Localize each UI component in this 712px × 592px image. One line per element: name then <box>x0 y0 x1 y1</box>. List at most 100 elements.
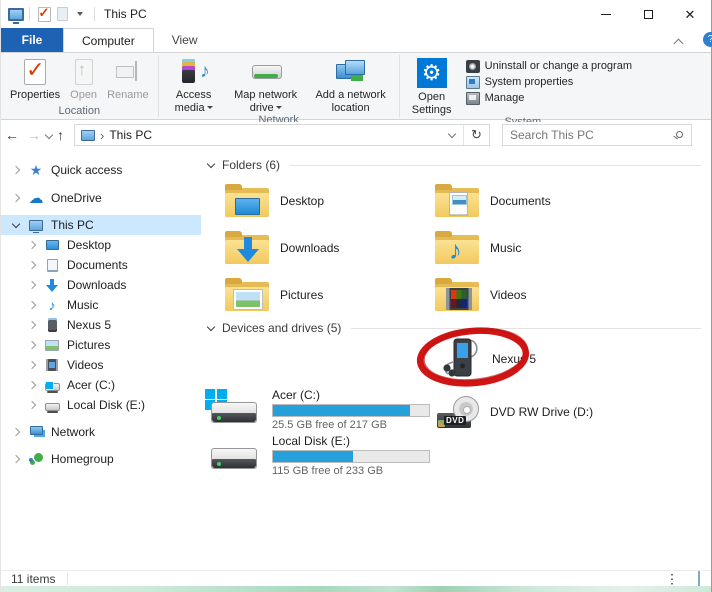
sidebar-item-pictures[interactable]: Pictures <box>1 335 201 355</box>
sidebar-item-quick-access[interactable]: ★ Quick access <box>1 160 201 180</box>
maximize-icon <box>644 10 653 19</box>
sidebar-item-onedrive[interactable]: ☁ OneDrive <box>1 188 201 208</box>
chevron-right-icon[interactable] <box>28 321 36 329</box>
map-network-drive-button[interactable]: Map network drive <box>225 55 307 114</box>
sidebar-item-desktop[interactable]: Desktop <box>1 235 201 255</box>
divider <box>351 328 701 329</box>
this-pc-app-icon <box>8 8 24 21</box>
chevron-right-icon[interactable] <box>28 341 36 349</box>
forward-button[interactable]: → <box>23 127 45 143</box>
folder-tile-downloads[interactable]: Downloads <box>225 230 339 265</box>
pictures-folder-icon <box>225 277 269 312</box>
add-network-location-button[interactable]: Add a network location <box>307 55 395 114</box>
sidebar-item-network[interactable]: Network <box>1 422 201 442</box>
search-input[interactable] <box>510 128 670 142</box>
minimize-button[interactable] <box>585 0 627 28</box>
maximize-button[interactable] <box>627 0 669 28</box>
sidebar-item-music[interactable]: ♪ Music <box>1 295 201 315</box>
open-button[interactable]: Open <box>65 55 102 105</box>
chevron-right-icon[interactable] <box>28 241 36 249</box>
folders-section-header[interactable]: Folders (6) <box>206 157 701 173</box>
sidebar-item-local-disk-e[interactable]: Local Disk (E:) <box>1 395 201 415</box>
tab-computer[interactable]: Computer <box>63 28 154 52</box>
tab-file[interactable]: File <box>1 28 63 52</box>
desktop-folder-icon <box>225 183 269 218</box>
device-tile-nexus-5[interactable]: Nexus 5 <box>441 336 536 382</box>
sidebar-item-this-pc[interactable]: This PC <box>1 215 201 235</box>
chevron-right-icon[interactable] <box>28 301 36 309</box>
videos-folder-icon <box>435 277 479 312</box>
folder-tile-desktop[interactable]: Desktop <box>225 183 324 218</box>
chevron-down-icon <box>45 131 53 139</box>
documents-folder-icon <box>435 183 479 218</box>
access-media-button[interactable]: Access media <box>163 55 225 114</box>
location-group-label: Location <box>1 105 158 119</box>
system-properties-button[interactable]: System properties <box>462 74 636 90</box>
search-box <box>502 124 692 146</box>
qat-properties-button[interactable] <box>35 5 53 23</box>
chevron-down-icon <box>77 12 83 16</box>
qat-customize-button[interactable] <box>71 5 89 23</box>
collapse-ribbon-button[interactable] <box>669 34 687 52</box>
manage-icon <box>466 92 480 105</box>
qat-new-folder-button[interactable] <box>53 5 71 23</box>
drive-tile-acer-c[interactable]: Acer (C:) 25.5 GB free of 217 GB <box>211 388 430 431</box>
sidebar-item-videos[interactable]: Videos <box>1 355 201 375</box>
chevron-right-icon[interactable] <box>28 281 36 289</box>
manage-button[interactable]: Manage <box>462 90 636 106</box>
system-properties-icon <box>466 76 480 89</box>
chevron-right-icon[interactable] <box>12 194 20 202</box>
help-icon[interactable]: ? <box>703 32 712 47</box>
download-arrow-glyph <box>237 237 259 263</box>
this-pc-icon <box>81 130 95 141</box>
ribbon: Properties Open Rename Location Access m… <box>1 52 711 120</box>
tab-view[interactable]: View <box>154 28 216 52</box>
chevron-down-icon[interactable] <box>12 219 20 227</box>
sidebar-item-nexus-5[interactable]: Nexus 5 <box>1 315 201 335</box>
up-button[interactable]: ↑ <box>53 127 68 143</box>
open-settings-button[interactable]: ⚙ Open Settings <box>404 55 460 116</box>
chevron-right-icon[interactable] <box>28 261 36 269</box>
folder-tile-pictures[interactable]: Pictures <box>225 277 323 312</box>
sidebar-item-homegroup[interactable]: Homegroup <box>1 449 201 469</box>
sidebar-item-documents[interactable]: Documents <box>1 255 201 275</box>
folder-tile-music[interactable]: ♪ Music <box>435 230 521 265</box>
quick-access-star-icon: ★ <box>28 162 44 178</box>
back-button[interactable]: ← <box>1 127 23 143</box>
rename-button[interactable]: Rename <box>102 55 154 105</box>
chevron-right-icon[interactable] <box>12 455 20 463</box>
breadcrumb-location[interactable]: This PC <box>109 128 152 142</box>
chevron-right-icon[interactable] <box>28 361 36 369</box>
chevron-right-icon[interactable] <box>12 166 20 174</box>
dropdown-caret-icon <box>276 106 282 109</box>
sidebar-item-acer-c[interactable]: Acer (C:) <box>1 375 201 395</box>
chevron-down-icon <box>448 130 456 138</box>
sidebar-item-downloads[interactable]: Downloads <box>1 275 201 295</box>
pictures-icon <box>44 337 60 353</box>
folder-tile-documents[interactable]: Documents <box>435 183 551 218</box>
chevron-right-icon[interactable] <box>28 381 36 389</box>
disk-usage-fill <box>273 451 353 462</box>
music-folder-icon: ♪ <box>435 230 479 265</box>
refresh-button[interactable]: ↻ <box>463 125 489 145</box>
breadcrumb[interactable]: › This PC ↻ <box>74 124 490 146</box>
large-icons-view-button[interactable] <box>690 572 707 586</box>
drive-tile-dvd-d[interactable]: DVD DVD RW Drive (D:) <box>437 396 593 428</box>
chevron-right-icon[interactable] <box>12 428 20 436</box>
window-controls: ✕ <box>585 0 711 28</box>
folder-tile-videos[interactable]: Videos <box>435 277 526 312</box>
uninstall-program-button[interactable]: Uninstall or change a program <box>462 58 636 74</box>
properties-button[interactable]: Properties <box>5 55 65 105</box>
details-view-button[interactable] <box>669 572 686 586</box>
drive-name: Acer (C:) <box>272 388 430 402</box>
recent-locations-button[interactable] <box>45 127 53 143</box>
devices-section-header[interactable]: Devices and drives (5) <box>206 320 701 336</box>
close-button[interactable]: ✕ <box>669 0 711 28</box>
desktop-icon <box>44 237 60 253</box>
open-icon <box>73 58 95 86</box>
chevron-right-icon[interactable] <box>28 401 36 409</box>
address-dropdown-button[interactable] <box>441 125 463 145</box>
drive-tile-local-disk-e[interactable]: Local Disk (E:) 115 GB free of 233 GB <box>211 434 430 477</box>
disk-usage-fill <box>273 405 410 416</box>
search-icon[interactable] <box>676 131 683 138</box>
